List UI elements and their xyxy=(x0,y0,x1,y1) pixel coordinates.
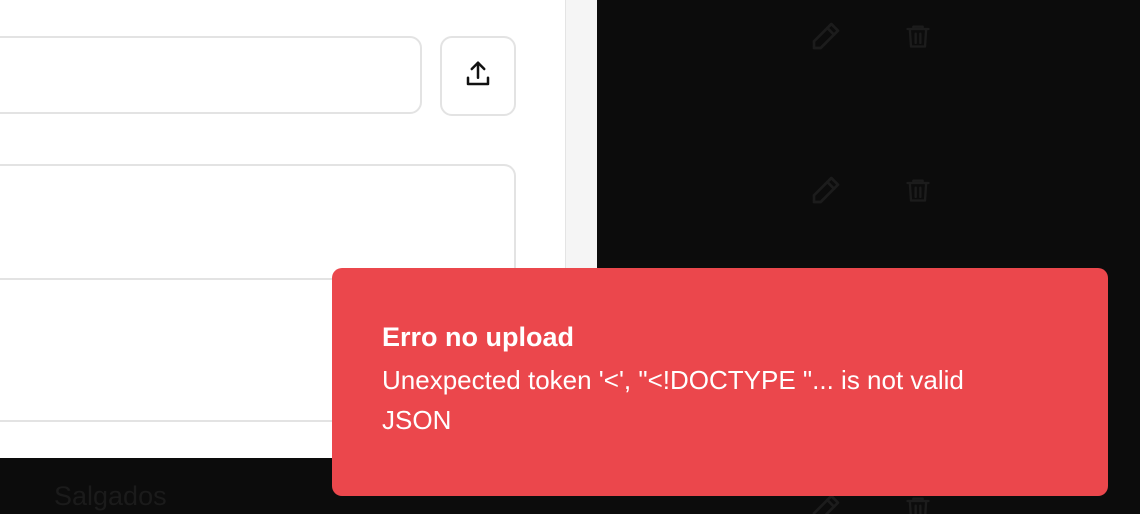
pencil-icon[interactable] xyxy=(810,174,842,206)
category-label: Salgados xyxy=(54,481,167,511)
image-url-input[interactable] xyxy=(0,36,422,114)
toast-title: Erro no upload xyxy=(382,322,574,352)
product-row-actions xyxy=(810,174,932,206)
product-row-actions xyxy=(810,20,932,52)
upload-icon xyxy=(463,59,493,94)
pencil-icon[interactable] xyxy=(810,20,842,52)
trash-icon[interactable] xyxy=(904,20,932,52)
error-toast[interactable]: Erro no upload Unexpected token '<', "<!… xyxy=(332,268,1108,496)
trash-icon[interactable] xyxy=(904,174,932,206)
upload-button[interactable] xyxy=(440,36,516,116)
toast-message: Unexpected token '<', "<!DOCTYPE "... is… xyxy=(382,365,964,435)
